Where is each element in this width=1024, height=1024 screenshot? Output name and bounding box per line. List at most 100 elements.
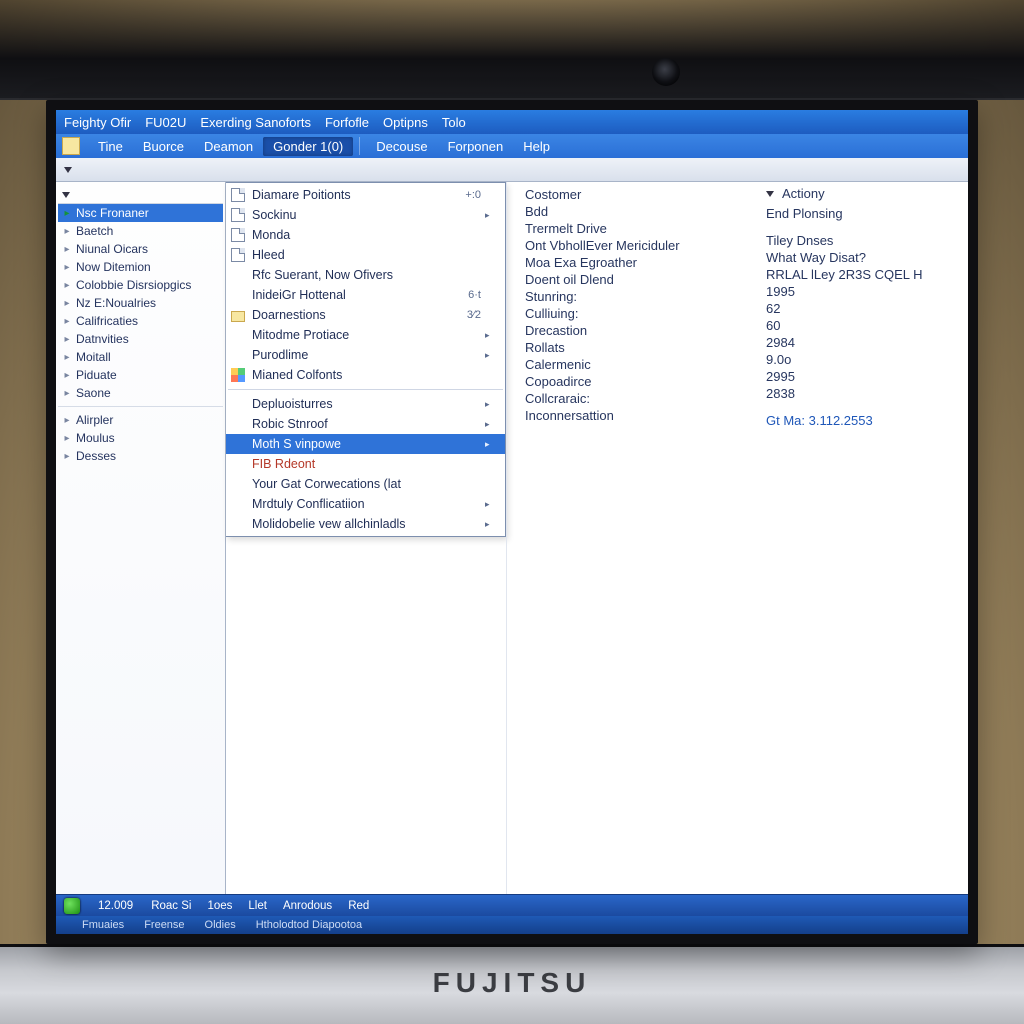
detail-label: Ont VbhollEver Mericiduler [525,237,748,254]
menu-entry-mianed-colfonts[interactable]: Mianed Colfonts [226,365,505,385]
blank-icon [230,396,246,412]
sidebar-item-califricaties[interactable]: ▸Califricaties [58,312,223,330]
menu-item-deamon[interactable]: Deamon [194,137,263,156]
title-seg-4: Forfofle [325,115,369,130]
folder-icon [230,307,246,323]
chevron-down-icon[interactable] [62,192,70,198]
menu-entry-purodlime[interactable]: Purodlime▸ [226,345,505,365]
detail-value: 2838 [766,385,958,402]
submenu-arrow-icon: ▸ [485,330,499,341]
blank-icon [230,287,246,303]
menu-entry-label: Doarnestions [252,308,455,322]
expand-arrow-icon: ▸ [62,226,72,237]
sidebar-item-piduate[interactable]: ▸Piduate [58,366,223,384]
menu-item-decouse[interactable]: Decouse [366,137,437,156]
menu-entry-mrdtuly-conflicatiion[interactable]: Mrdtuly Conflicatiion▸ [226,494,505,514]
menu-entry-moth-s-vinpowe[interactable]: Moth S vinpowe▸ [226,434,505,454]
blank-icon [230,347,246,363]
sidebar-item-saone[interactable]: ▸Saone [58,384,223,402]
blank-icon [230,267,246,283]
sidebar-item-nz-e-noualries[interactable]: ▸Nz E:Noualries [58,294,223,312]
sidebar-item-label: Niunal Oicars [76,242,148,256]
title-bar: Feighty Ofir FU02U Exerding Sanoforts Fo… [56,110,968,134]
status-item: Llet [248,900,267,912]
menu-shortcut: +:0 [455,189,485,201]
detail-value: 9.0o [766,351,958,368]
sidebar-item-moulus[interactable]: ▸Moulus [58,429,223,447]
detail-label: Rollats [525,339,748,356]
expand-arrow-icon: ▸ [62,244,72,255]
menu-entry-monda[interactable]: Monda [226,225,505,245]
menu-entry-robic-stnroof[interactable]: Robic Stnroof ▸ [226,414,505,434]
expand-arrow-icon: ▸ [62,415,72,426]
menu-entry-molidobelie-vew-allchinladls[interactable]: Molidobelie vew allchinladls▸ [226,514,505,534]
right-footer-link[interactable]: Gt Ma: 3.112.2553 [766,412,958,429]
detail-value-label: What Way Disat? [766,249,958,266]
blank-icon [230,496,246,512]
title-seg-3: Exerding Sanoforts [200,115,311,130]
doc-icon [230,227,246,243]
detail-value: 60 [766,317,958,334]
menu-item-tine[interactable]: Tine [88,137,133,156]
menu-entry-diamare-poitionts[interactable]: Diamare Poitionts+:0 [226,185,505,205]
sidebar-item-label: Saone [76,386,111,400]
expand-arrow-icon: ▸ [62,433,72,444]
menu-entry-sockinu[interactable]: Sockinu ▸ [226,205,505,225]
expand-arrow-icon: ▸ [62,451,72,462]
menu-entry-label: Sockinu [252,208,455,222]
menu-entry-label: Diamare Poitionts [252,188,455,202]
chevron-down-icon[interactable] [64,167,72,173]
sidebar-item-moitall[interactable]: ▸Moitall [58,348,223,366]
menu-entry-mitodme-protiace[interactable]: Mitodme Protiace▸ [226,325,505,345]
menu-divider [359,137,360,155]
menu-item-gonder-1-0-[interactable]: Gonder 1(0) [263,137,353,156]
submenu-arrow-icon: ▸ [485,419,499,430]
status-item: 1oes [207,900,232,912]
detail-label: Copoadirce [525,373,748,390]
sidebar-item-baetch[interactable]: ▸Baetch [58,222,223,240]
sidebar-item-label: Colobbie Disrsiopgics [76,278,191,292]
menu-entry-hleed[interactable]: Hleed [226,245,505,265]
detail-value: 2995 [766,368,958,385]
menu-entry-rfc-suerant-now-ofivers[interactable]: Rfc Suerant, Now Ofivers [226,265,505,285]
detail-label: Doent oil Dlend [525,271,748,288]
start-button-icon[interactable] [64,898,80,914]
menu-entry-doarnestions[interactable]: Doarnestions3∕2 [226,305,505,325]
blank-icon [230,327,246,343]
menu-bar: TineBuorceDeamonGonder 1(0) DecouseForpo… [56,134,968,158]
app-icon [62,137,80,155]
title-seg-6: Tolo [442,115,466,130]
sidebar-item-desses[interactable]: ▸Desses [58,447,223,465]
sidebar-item-now-ditemion[interactable]: ▸Now Ditemion [58,258,223,276]
menu-entry-fib-rdeont[interactable]: FIB Rdeont [226,454,505,474]
sidebar-item-alirpler[interactable]: ▸Alirpler [58,411,223,429]
sidebar-item-colobbie-disrsiopgics[interactable]: ▸Colobbie Disrsiopgics [58,276,223,294]
dropdown-menu: Diamare Poitionts+:0Sockinu▸MondaHleedRf… [226,182,506,537]
sidebar-item-datnvities[interactable]: ▸Datnvities [58,330,223,348]
doc-icon [230,247,246,263]
menu-entry-your-gat-corwecations-lat[interactable]: Your Gat Corwecations (lat [226,474,505,494]
menu-entry-depluoisturres[interactable]: Depluoisturres▸ [226,394,505,414]
detail-value: 2984 [766,334,958,351]
submenu-arrow-icon: ▸ [485,210,499,221]
detail-value-label: Tiley Dnses [766,232,958,249]
menu-entry-inideigr-hottenal[interactable]: InideiGr Hottenal6·t [226,285,505,305]
detail-label: Moa Exa Egroather [525,254,748,271]
chevron-down-icon[interactable] [766,191,774,197]
sidebar-item-label: Nz E:Noualries [76,296,156,310]
screen-wrap: Feighty Ofir FU02U Exerding Sanoforts Fo… [0,100,1024,944]
detail-label: Trermelt Drive [525,220,748,237]
expand-arrow-icon: ▸ [62,352,72,363]
sidebar-item-nsc-fronaner[interactable]: ▸Nsc Fronaner [58,204,223,222]
menu-item-help[interactable]: Help [513,137,560,156]
expand-arrow-icon: ▸ [62,316,72,327]
sidebar-item-niunal-oicars[interactable]: ▸ Niunal Oicars [58,240,223,258]
menu-item-buorce[interactable]: Buorce [133,137,194,156]
doc-icon [230,207,246,223]
menu-entry-label: Robic Stnroof [252,417,455,431]
laptop-bezel-top [0,0,1024,100]
menu-item-forponen[interactable]: Forponen [438,137,514,156]
menu-entry-label: Mianed Colfonts [252,368,455,382]
blank-icon [230,476,246,492]
blank-icon [230,436,246,452]
